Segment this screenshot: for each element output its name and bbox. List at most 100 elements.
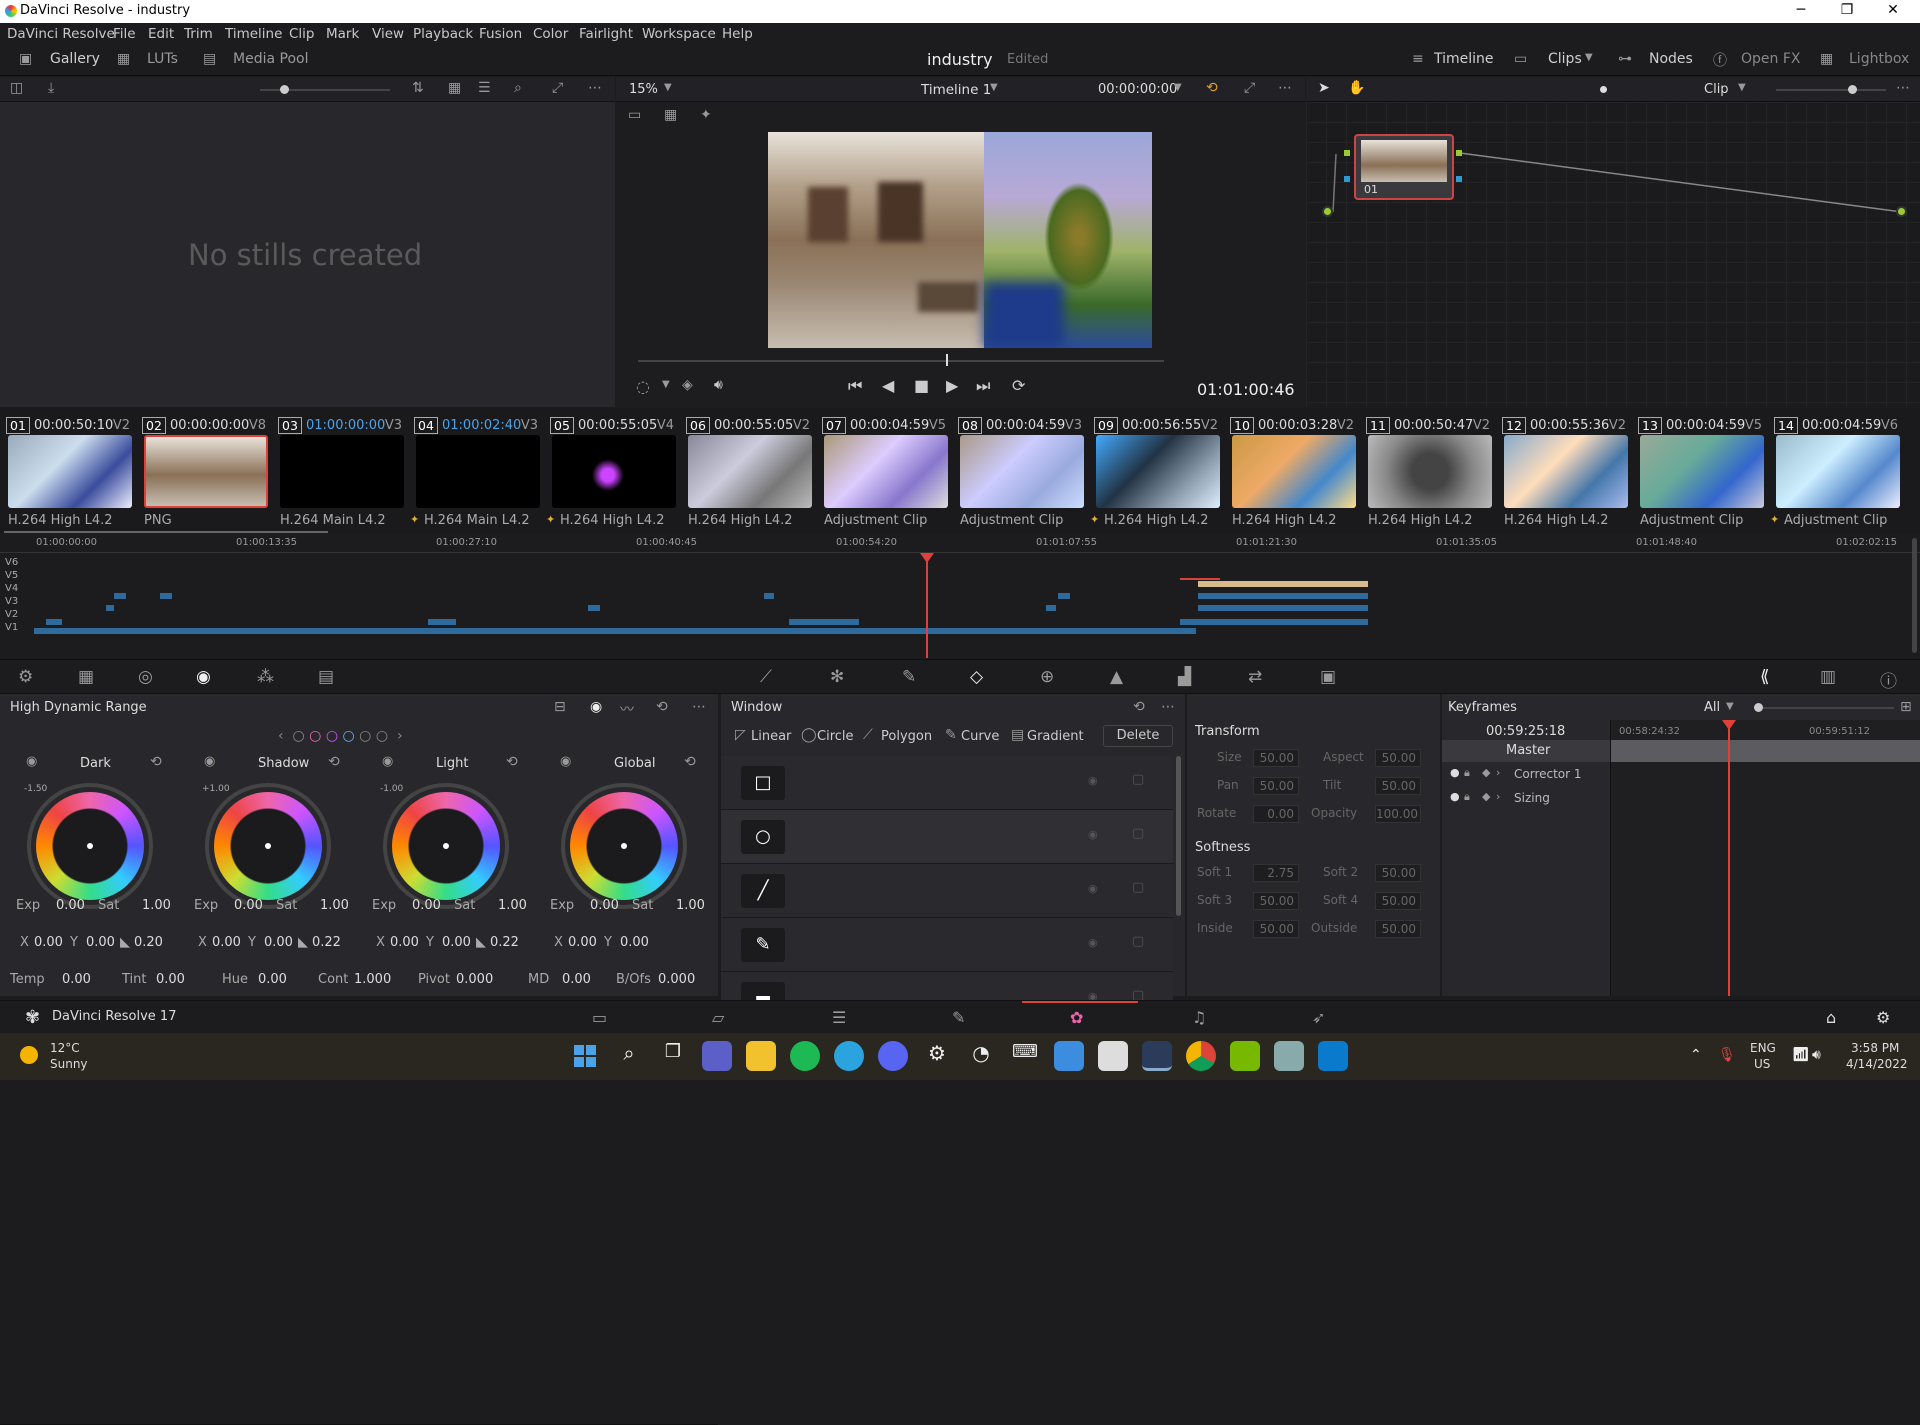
softness-field[interactable]: 50.00 [1253,892,1299,910]
clip-12[interactable]: 12 00:00:55:36 V2 H.264 High L4.2 [1500,412,1632,532]
window-more-icon[interactable]: ⋯ [1161,699,1175,715]
nvidia-icon[interactable] [1230,1041,1260,1071]
transform-field[interactable]: 50.00 [1253,777,1299,795]
clip-thumbnail[interactable] [144,435,268,508]
transform-field[interactable]: 50.00 [1375,749,1421,767]
play-icon[interactable]: ▶ [946,376,958,395]
zoom-select[interactable]: 15% [629,82,658,97]
window-shape-icon[interactable]: ✎ [741,928,785,962]
viewer-image[interactable] [768,132,1152,348]
cut-page-icon[interactable]: ▱ [712,1008,724,1027]
clip-03[interactable]: 03 01:00:00:00 V3 H.264 Main L4.2 [276,412,408,532]
menu-fusion[interactable]: Fusion [479,26,522,42]
expand-chevron-icon[interactable]: › [1496,790,1500,803]
output-icon[interactable] [1896,206,1907,217]
softness-field[interactable]: 2.75 [1253,864,1299,882]
color-wheel[interactable] [383,783,509,909]
fairlight-page-icon[interactable]: ♫ [1192,1008,1206,1027]
corrector-row[interactable]: ● 🔒︎ ◆ › Corrector 1 [1442,764,1610,786]
timeline-toggle[interactable]: Timeline [1434,51,1494,67]
lightbox-toggle[interactable]: Lightbox [1849,51,1909,67]
hdr-reset-icon[interactable]: ⟲ [656,699,668,715]
node-zoom-slider[interactable] [1776,85,1886,94]
softness-field[interactable]: 50.00 [1375,864,1421,882]
keyframe-playhead[interactable] [1728,720,1730,996]
x-value[interactable]: 0.00 [568,935,597,950]
wheel-reset-icon[interactable]: ⟲ [150,754,162,770]
clock-date[interactable]: 4/14/2022 [1846,1057,1908,1071]
camera-raw-icon[interactable]: ⚙ [18,667,33,687]
transform-field[interactable]: 50.00 [1375,777,1421,795]
clip-thumbnail[interactable] [1504,435,1628,508]
clip-thumbnail[interactable] [1096,435,1220,508]
menu-clip[interactable]: Clip [289,26,315,42]
linear-shape-button[interactable]: Linear [751,729,791,744]
lang-secondary[interactable]: US [1754,1057,1770,1071]
hand-tool-icon[interactable]: ✋ [1348,80,1365,96]
circle-shape-button[interactable]: Circle [817,729,854,744]
forms-icon[interactable] [1054,1041,1084,1071]
luts-button[interactable]: LUTs [147,51,178,67]
pointer-tool-icon[interactable]: ➤ [1318,80,1330,96]
file-explorer-icon[interactable] [746,1041,776,1071]
hdr-more-icon[interactable]: ⋯ [692,699,706,715]
clip-08[interactable]: 08 00:00:04:59 V3 Adjustment Clip [956,412,1088,532]
keyframe-diamond-icon[interactable]: ◆ [1482,766,1490,779]
color-wheels-icon[interactable]: ◎ [138,667,153,687]
node-input-icon[interactable] [1344,150,1350,156]
menu-workspace[interactable]: Workspace [642,26,716,42]
z-value[interactable]: 0.20 [134,935,163,950]
sat-value[interactable]: 1.00 [498,898,527,913]
home-icon[interactable]: ⌂ [1826,1008,1836,1027]
layers-icon[interactable]: ◈ [682,377,693,393]
window-row[interactable]: ╱ ◉ ▢ [721,864,1173,918]
wheel-center[interactable] [265,843,271,849]
color-page-icon[interactable]: ✿ [1070,1008,1083,1027]
lock-icon[interactable]: 🔒︎ [1464,766,1470,780]
window-shape-icon[interactable]: □ [741,766,785,800]
motion-effects-icon[interactable]: ▤ [318,667,334,687]
bofs-value[interactable]: 0.000 [658,972,695,987]
hdr-wheels-icon[interactable]: ◉ [196,667,211,687]
hue-value[interactable]: 0.00 [258,972,287,987]
clip-thumbnail[interactable] [824,435,948,508]
window-tool-icon[interactable]: ◇ [970,667,983,687]
clock-app-icon[interactable]: ◔ [966,1041,996,1071]
play-reverse-icon[interactable]: ◀ [882,376,894,395]
thumb-size-slider[interactable] [260,85,390,94]
window-invert-icon[interactable]: ▢ [1132,880,1144,895]
node-more-icon[interactable]: ⋯ [1896,80,1910,96]
list-view-icon[interactable]: ☰ [478,80,491,96]
wifi-icon[interactable]: 📶︎ [1792,1047,1810,1063]
clip-thumbnail[interactable] [960,435,1084,508]
clip-thumbnail[interactable] [688,435,812,508]
clip-09[interactable]: 09 00:00:56:55 V2 ✦ H.264 High L4.2 [1090,412,1224,532]
menu-resolve[interactable]: DaVinci Resolve [7,26,115,42]
window-row[interactable]: ✎ ◉ ▢ [721,918,1173,972]
clip-thumbnail[interactable] [1232,435,1356,508]
sort-icon[interactable]: ⇅ [412,80,424,96]
viewer-more-icon[interactable]: ⋯ [1278,80,1292,96]
clip-thumbnail[interactable] [552,435,676,508]
y-value[interactable]: 0.00 [264,935,293,950]
scopes-icon[interactable]: ▥ [1820,667,1836,687]
transform-field[interactable]: 100.00 [1375,805,1421,823]
menu-mark[interactable]: Mark [326,26,359,42]
keyframe-zoom-slider[interactable] [1754,703,1894,712]
deliver-page-icon[interactable]: ➶ [1312,1008,1325,1027]
x-value[interactable]: 0.00 [34,935,63,950]
menu-edit[interactable]: Edit [148,26,174,42]
hdr-graph-icon[interactable]: 〰 [620,699,634,719]
menu-playback[interactable]: Playback [413,26,473,42]
color-wheel[interactable] [205,783,331,909]
z-value[interactable]: 0.22 [312,935,341,950]
hdr-wheels-mode-icon[interactable]: ◉ [590,699,602,715]
softness-field[interactable]: 50.00 [1253,920,1299,938]
window-invert-icon[interactable]: ▢ [1132,772,1144,787]
node-alpha-output-icon[interactable] [1456,176,1462,182]
y-value[interactable]: 0.00 [86,935,115,950]
import-still-icon[interactable]: ⤓ [48,80,54,96]
clips-toggle[interactable]: Clips [1548,51,1582,67]
hdr-zone-icon[interactable]: ⊟ [554,699,566,715]
window-visibility-icon[interactable]: ◉ [1088,774,1098,787]
